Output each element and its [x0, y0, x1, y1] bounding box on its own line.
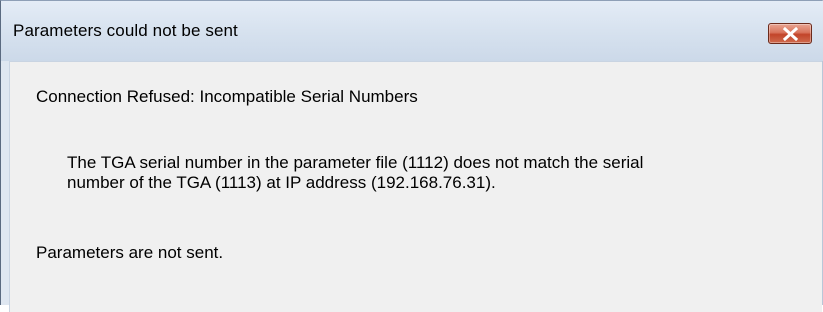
dialog-body: Connection Refused: Incompatible Serial … [9, 61, 822, 312]
error-detail: The TGA serial number in the parameter f… [67, 153, 643, 193]
error-footer: Parameters are not sent. [36, 243, 224, 262]
error-detail-line-1: The TGA serial number in the parameter f… [67, 153, 644, 172]
close-button[interactable] [768, 23, 812, 44]
error-dialog: Parameters could not be sent Connection … [0, 0, 823, 312]
dialog-title: Parameters could not be sent [13, 21, 238, 40]
error-heading: Connection Refused: Incompatible Serial … [36, 87, 418, 106]
error-detail-line-2: number of the TGA (1113) at IP address (… [67, 173, 496, 192]
close-icon [783, 27, 798, 41]
title-bar[interactable]: Parameters could not be sent [1, 1, 823, 61]
